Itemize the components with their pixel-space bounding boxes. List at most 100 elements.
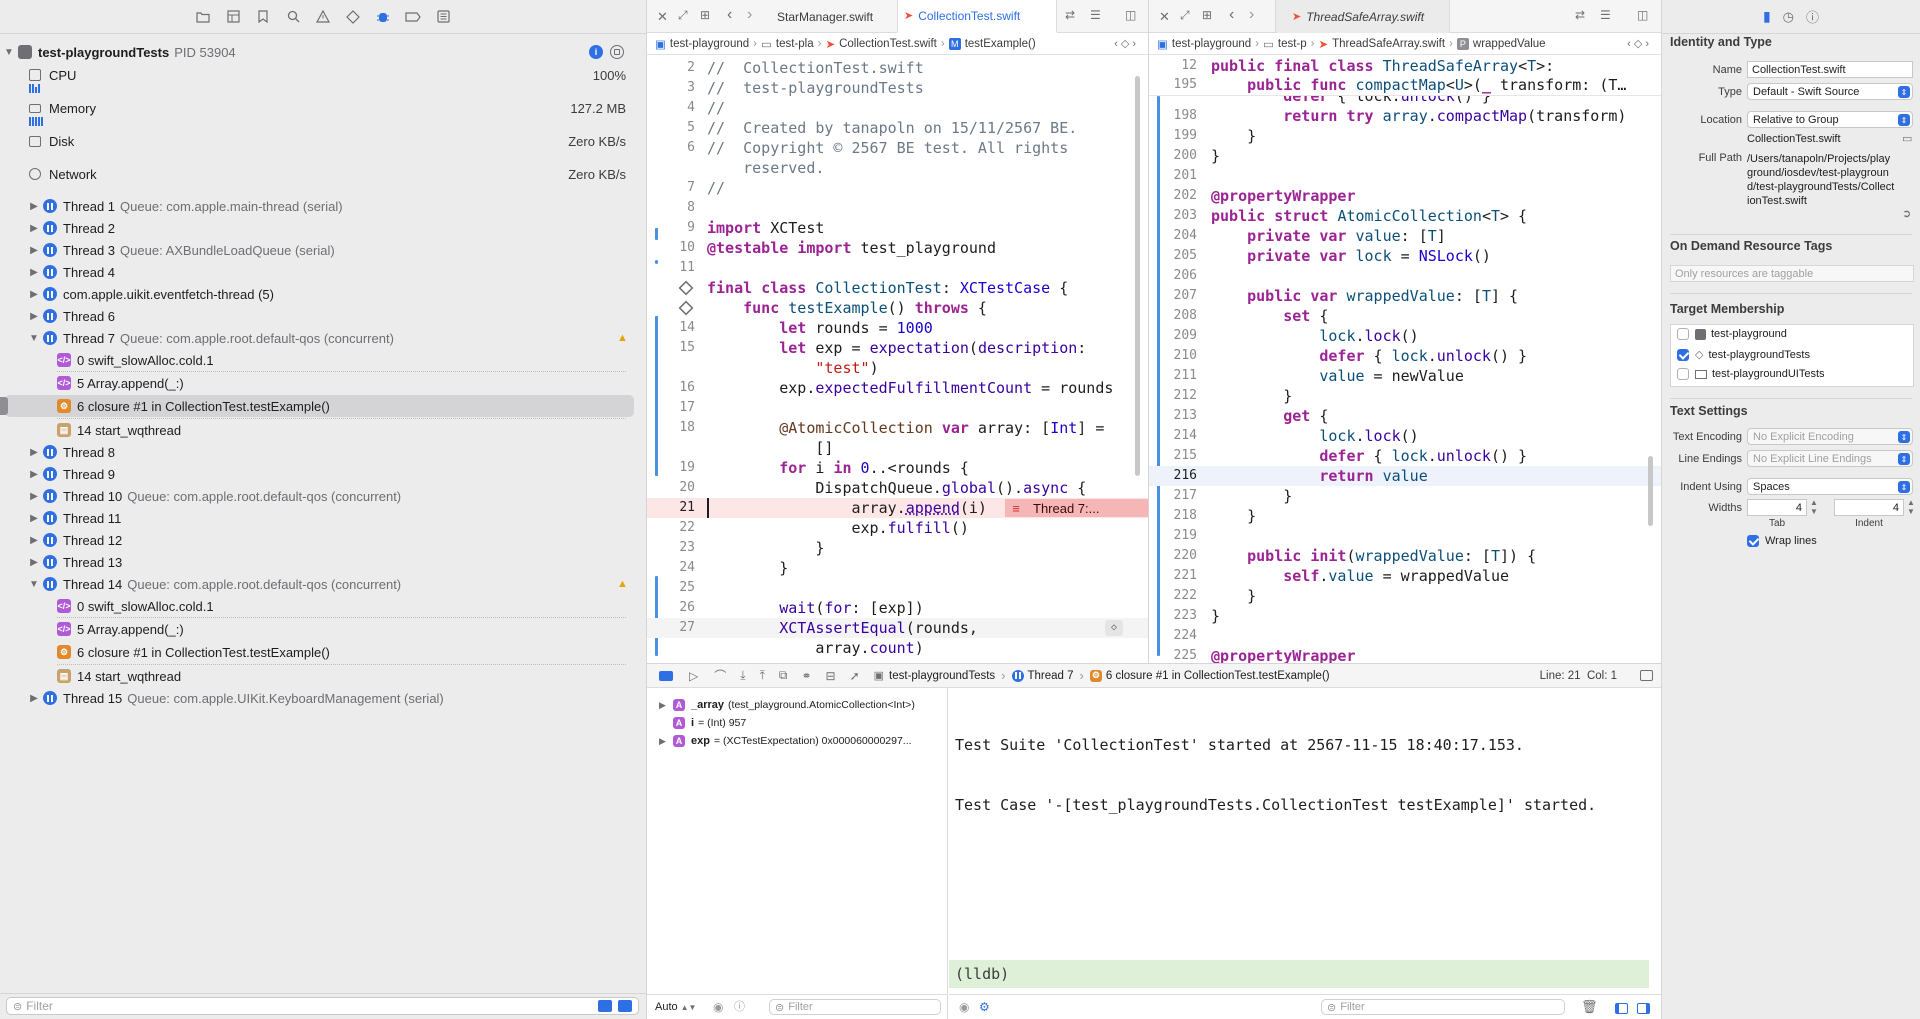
chevron-right-icon[interactable]: ▶ (25, 693, 43, 704)
grid-icon[interactable]: ⊞ (700, 8, 710, 22)
test-diamond-icon[interactable] (678, 280, 694, 296)
thread-row[interactable]: ▶ Thread 4 (0, 261, 646, 283)
chevron-right-icon[interactable]: ▶ (25, 535, 43, 546)
warning-icon[interactable]: ▲ (617, 578, 628, 590)
stack-frame-row[interactable]: </> 0 swift_slowAlloc.cold.1 (0, 349, 646, 371)
stack-frame-row[interactable]: ⚙ 6 closure #1 in CollectionTest.testExam… (0, 395, 646, 417)
close-editor-icon[interactable]: ✕ (1159, 9, 1170, 25)
breakpoint-icon[interactable] (402, 6, 424, 28)
help-inspector-icon[interactable]: ⓘ (1806, 7, 1819, 26)
jump-nav-icon[interactable]: ‹ ◇ › (1114, 37, 1136, 50)
related-items-icon[interactable]: ⇄ (1065, 8, 1075, 22)
jump-item[interactable]: wrappedValue (1473, 38, 1546, 50)
gauge-cpu[interactable]: CPU 100% (0, 64, 646, 86)
view-debugger-icon[interactable]: ⧉ (779, 668, 788, 683)
chevron-down-icon[interactable]: ▼ (0, 47, 18, 58)
info-icon[interactable]: ⓘ (734, 998, 745, 1014)
trash-icon[interactable]: 🗑 (1581, 999, 1598, 1015)
stack-frame-row[interactable]: ▤ 14 start_wqthread (0, 419, 646, 441)
code-editor-threadsafearray[interactable]: 12 public final class ThreadSafeArray<T>:… (1149, 56, 1661, 663)
test-icon[interactable] (342, 6, 364, 28)
chevron-right-icon[interactable]: ▶ (25, 267, 43, 278)
jump-item[interactable]: testExample() (965, 38, 1036, 50)
indent-stepper-icon[interactable]: ▲ ▼ (1907, 498, 1915, 516)
step-into-icon[interactable]: ⤓ (740, 668, 745, 683)
variable-row[interactable]: A i = (Int) 957 (659, 714, 746, 732)
add-editor-icon[interactable]: ◫ (1125, 8, 1136, 22)
chevron-right-icon[interactable]: ▶ (25, 491, 43, 502)
eye-icon[interactable]: ◉ (713, 1000, 723, 1014)
reveal-in-finder-icon[interactable]: ➲ (1902, 207, 1911, 220)
checkbox-icon[interactable] (1747, 535, 1759, 547)
related-items-icon[interactable]: ⇄ (1575, 8, 1585, 22)
memory-graph-icon[interactable]: ⚭ (801, 669, 811, 683)
thread-row[interactable]: ▼ Thread 14 Queue: com.apple.root.default-… (0, 573, 646, 595)
bookmark-icon[interactable] (252, 6, 274, 28)
thread-row[interactable]: ▶ Thread 6 (0, 305, 646, 327)
chevron-right-icon[interactable]: ▶ (25, 201, 43, 212)
assert-annotation-icon[interactable]: ◇ (1105, 620, 1123, 636)
target-row[interactable]: ◇ test-playgroundTests (1677, 348, 1810, 361)
forward-icon[interactable]: › (1249, 6, 1254, 24)
step-over-icon[interactable]: ⌒ (714, 667, 726, 684)
chevron-right-icon[interactable]: ▶ (25, 513, 43, 524)
tab-stepper-icon[interactable]: ▲ ▼ (1810, 498, 1818, 516)
variable-row[interactable]: ▶ A _array (test_playground.AtomicCollec… (659, 696, 915, 714)
lldb-prompt-line[interactable]: (lldb) (949, 960, 1649, 988)
show-variables-icon[interactable] (1615, 1003, 1628, 1014)
console-filter-field[interactable]: ⊜ Filter (1321, 999, 1565, 1015)
stack-frame-row[interactable]: </> 5 Array.append(_:) (0, 618, 646, 640)
debug-crumb[interactable]: Thread 7 (1028, 670, 1074, 682)
close-editor-icon[interactable]: ✕ (657, 9, 668, 25)
thread-row[interactable]: ▶ Thread 1 Queue: com.apple.main-thread (s… (0, 195, 646, 217)
thread-row[interactable]: ▶ Thread 13 (0, 551, 646, 573)
debug-crumb[interactable]: 6 closure #1 in CollectionTest.testExamp… (1106, 670, 1330, 682)
chevron-right-icon[interactable]: ▶ (659, 700, 673, 711)
chevron-down-icon[interactable]: ▼ (25, 579, 43, 590)
variables-mode-popup[interactable]: Auto ▲▼ (655, 999, 696, 1015)
stack-frame-row[interactable]: ⚙ 6 closure #1 in CollectionTest.testExam… (0, 641, 646, 663)
encoding-popup[interactable]: No Explicit Encoding ⇕ (1747, 428, 1913, 445)
tab-collectiontest[interactable]: ➤ CollectionTest.swift (897, 0, 1057, 33)
navigator-filter-field[interactable]: ⊜ Filter (6, 997, 639, 1015)
eye-icon[interactable]: ◉ (959, 1000, 969, 1014)
stack-frame-row[interactable]: ▤ 14 start_wqthread (0, 665, 646, 687)
options-icon[interactable] (610, 45, 624, 59)
source-control-icon[interactable] (222, 6, 244, 28)
info-icon[interactable]: i (589, 45, 603, 59)
debug-icon[interactable] (372, 6, 394, 28)
process-row[interactable]: ▼ test-playgroundTests PID 53904 i (0, 41, 646, 63)
target-checkbox[interactable] (1677, 328, 1689, 340)
debug-crumb[interactable]: test-playgroundTests (889, 670, 995, 682)
hide-debug-area-icon[interactable] (659, 670, 673, 681)
jump-nav-icon[interactable]: ‹ ◇ › (1627, 37, 1649, 50)
line-endings-popup[interactable]: No Explicit Line Endings ⇕ (1747, 450, 1913, 467)
report-icon[interactable] (432, 6, 454, 28)
chevron-down-icon[interactable]: ▼ (25, 333, 43, 344)
thread-row[interactable]: ▶ Thread 8 (0, 441, 646, 463)
chevron-right-icon[interactable]: ▶ (25, 469, 43, 480)
continue-icon[interactable]: ▷ (689, 669, 698, 683)
thread-row[interactable]: ▶ Thread 11 (0, 507, 646, 529)
split-view-icon[interactable] (1640, 670, 1653, 681)
add-editor-icon[interactable]: ◫ (1637, 8, 1648, 22)
expand-icon[interactable]: ⤢ (1180, 8, 1190, 23)
indent-width-field[interactable]: 4 (1834, 499, 1904, 516)
step-out-icon[interactable]: ⤒ (760, 668, 765, 683)
jump-item[interactable]: test-p (1278, 38, 1307, 50)
target-checkbox[interactable] (1677, 348, 1689, 361)
target-row[interactable]: test-playgroundUITests (1677, 368, 1825, 380)
location-popup[interactable]: Relative to Group ⇕ (1747, 111, 1913, 128)
filter-toggle-icon[interactable] (598, 1000, 612, 1012)
warning-icon[interactable]: ▲ (617, 332, 628, 344)
chevron-right-icon[interactable]: ▶ (25, 289, 43, 300)
jump-item[interactable]: test-playground (1172, 38, 1251, 50)
environment-icon[interactable]: ⊟ (826, 669, 836, 683)
gauge-disk[interactable]: Disk Zero KB/s (0, 130, 646, 152)
location-icon[interactable]: ➚ (850, 669, 860, 683)
thread-issue-banner[interactable]: ≡ Thread 7:... (1005, 499, 1148, 517)
jump-item[interactable]: test-pla (776, 38, 814, 50)
folder-icon[interactable]: ▭ (1902, 132, 1912, 145)
code-editor-collectiontest[interactable]: 2// CollectionTest.swift 3// test-playgr… (647, 56, 1148, 663)
adjust-editor-icon[interactable]: ☰ (1090, 8, 1101, 22)
